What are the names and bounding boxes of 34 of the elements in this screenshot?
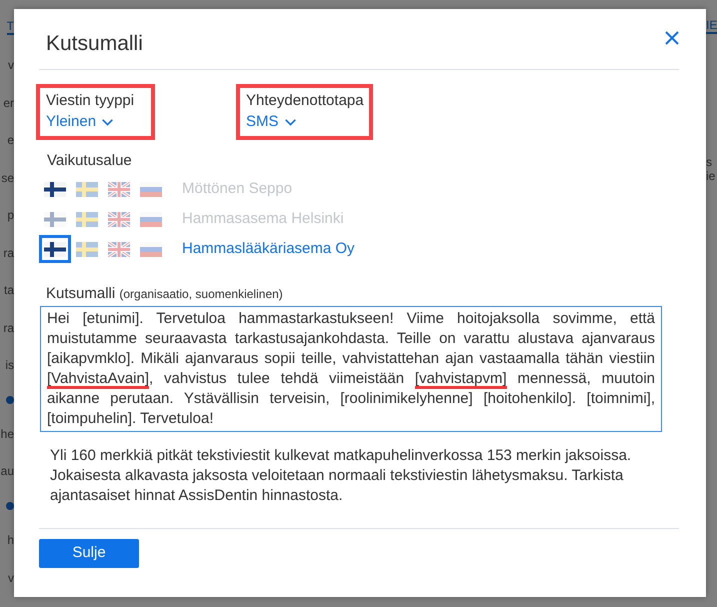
field-label: Viestin tyyppi: [46, 91, 136, 111]
text-fragment: ie: [706, 169, 716, 183]
text-fragment: ra: [3, 246, 14, 260]
dropdown-button[interactable]: Yleinen: [46, 112, 114, 132]
dot-icon: [6, 396, 14, 404]
text-fragment: p: [7, 208, 14, 222]
close-button[interactable]: [665, 31, 679, 45]
text-fragment: is: [5, 358, 14, 372]
text-fragment: au: [0, 464, 14, 478]
language-option[interactable]: [39, 235, 71, 263]
dialog-title: Kutsumalli: [46, 31, 143, 57]
section-label: Vaikutusalue: [47, 151, 132, 171]
text-fragment: ra: [3, 320, 14, 335]
text-fragment: er: [3, 96, 14, 110]
text-fragment: s: [706, 155, 712, 169]
text-fragment: v: [8, 570, 14, 585]
text-fragment: se: [1, 170, 14, 185]
field-label: Kutsumalli (organisaatio, suomenkielinen): [46, 284, 283, 304]
text-fragment: he: [0, 426, 14, 441]
text-fragment: e: [7, 133, 14, 148]
text-fragment: h: [7, 533, 14, 548]
tab-fragment[interactable]: IE: [706, 18, 717, 34]
close-dialog-button[interactable]: Sulje: [39, 539, 139, 568]
dot-icon: [6, 502, 14, 510]
message-field[interactable]: Hei [etunimi]. Tervetuloa hammastarkastukseen! Viime hoitojaksolla sovimme, että muistutamme seuraavasta tarkastusajankohdasta. Teille on varattu alustava ajanvaraus [aikapvmklo]. Mikäli ajanvaraus sopii teille, vahvistattehan ajan vastaamalla tähän viestiin [VahvistaAvain], vahvistus tulee tehdä viimeistään [vahvistapvm] mennessä, muutoin aikanne perutaan. Ystävällisin terveisin, [roolinimikelyhenne] [hoitohenkilo]. [toimnimi], [toimpuhelin]. Tervetuloa!: [40, 306, 662, 432]
chevron-down-icon: [284, 118, 296, 126]
field-label: Yhteydenottotapa: [246, 91, 363, 111]
info-text: Yli 160 merkkiä pitkät tekstiviestit kulkevat matkapuhelinverkossa 153 merkin jaksoissa. Jokaisesta alkavasta jaksosta veloitetaan normaali tekstiviestin lähetysmaksu. Tarkista ajantasaiset hinnat AssisDentin hinnastosta.: [50, 446, 632, 506]
dropdown-button[interactable]: SMS: [246, 112, 296, 132]
close-icon: [665, 31, 679, 45]
chevron-down-icon: [102, 118, 114, 126]
text-fragment: ta: [4, 283, 14, 298]
text-fragment: v: [8, 58, 14, 72]
scope-option[interactable]: Hammaslääkäriasema Oy: [182, 239, 355, 259]
